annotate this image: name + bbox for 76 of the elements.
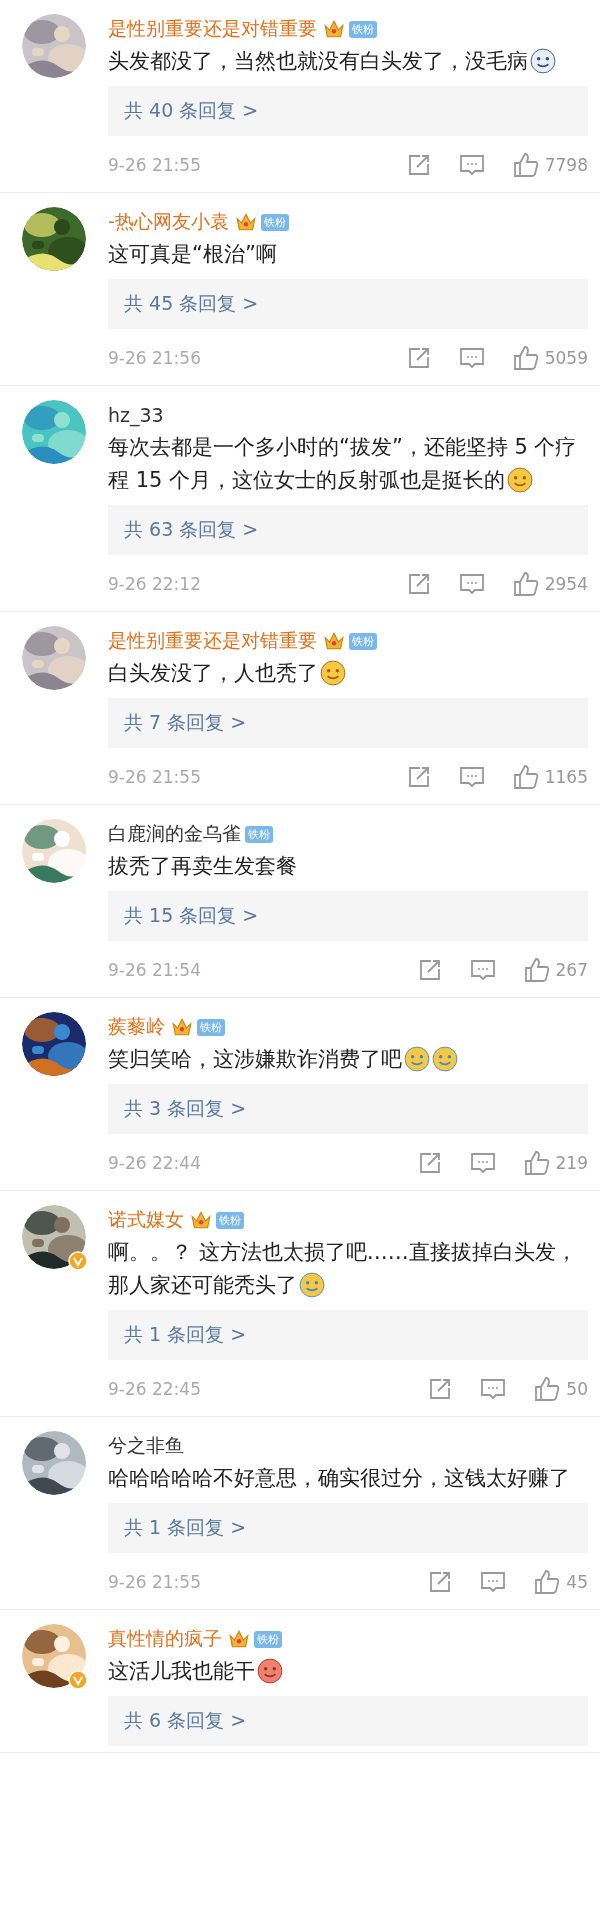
comment-text: 这活儿我也能干	[108, 1655, 588, 1688]
share-icon[interactable]	[417, 1151, 442, 1175]
replies-link[interactable]: 共 45 条回复 >	[108, 279, 588, 329]
comment-icon[interactable]	[480, 1570, 507, 1594]
thumbs-up-icon[interactable]	[534, 1376, 561, 1402]
replies-link[interactable]: 共 6 条回复 >	[108, 1696, 588, 1746]
comment-text: 啊。。？ 这方法也太损了吧……直接拔掉白头发，那人家还可能秃头了	[108, 1239, 578, 1300]
timestamp: 9-26 21:56	[108, 348, 202, 368]
username[interactable]: 兮之非鱼	[108, 1433, 184, 1459]
comment-text: 白头发没了，人也秃了	[108, 657, 588, 690]
comment-text: 拔秃了再卖生发套餐	[108, 853, 298, 880]
fan-badge: 铁粉	[260, 213, 289, 231]
share-icon[interactable]	[417, 958, 442, 982]
username[interactable]: 诺式媒女	[108, 1207, 184, 1233]
replies-link[interactable]: 共 3 条回复 >	[108, 1084, 588, 1134]
comment-icon[interactable]	[480, 1377, 507, 1401]
fan-badge: 铁粉	[254, 1630, 282, 1648]
like-count: 45	[566, 1572, 588, 1592]
fan-badge: 铁粉	[349, 632, 377, 650]
thumbs-up-icon[interactable]	[512, 571, 539, 597]
replies-link[interactable]: 共 40 条回复 >	[108, 86, 588, 136]
comment-text: 这可真是“根治”啊	[108, 241, 278, 268]
like-count: 219	[555, 1153, 588, 1173]
share-icon[interactable]	[428, 1377, 453, 1401]
replies-link[interactable]: 共 1 条回复 >	[108, 1310, 588, 1360]
timestamp: 9-26 21:55	[108, 1572, 202, 1592]
comment-icon[interactable]	[458, 572, 485, 596]
comment-text: 哈哈哈哈哈不好意思，确实很过分，这钱太好赚了	[108, 1465, 571, 1492]
comment-text: 头发都没了，当然也就没有白头发了，没毛病	[108, 45, 588, 78]
share-icon[interactable]	[406, 153, 431, 177]
smiley-emoji-icon	[320, 660, 346, 686]
share-icon[interactable]	[406, 572, 431, 596]
fan-badge: 铁粉	[349, 20, 377, 38]
replies-link[interactable]: 共 7 条回复 >	[108, 698, 588, 748]
comment-icon[interactable]	[469, 958, 496, 982]
comment-icon[interactable]	[458, 346, 485, 370]
replies-link[interactable]: 共 1 条回复 >	[108, 1503, 588, 1553]
thumbs-up-icon[interactable]	[512, 152, 539, 178]
like-count: 1165	[544, 767, 588, 787]
replies-link[interactable]: 共 15 条回复 >	[108, 891, 588, 941]
like-count: 267	[555, 960, 588, 980]
like-count: 5059	[544, 348, 588, 368]
username[interactable]: -热心网友小袁	[108, 209, 229, 235]
username[interactable]: hz_33	[108, 404, 164, 426]
like-count: 7798	[544, 155, 588, 175]
timestamp: 9-26 21:54	[108, 960, 202, 980]
share-icon[interactable]	[406, 346, 431, 370]
thumbs-up-icon[interactable]	[523, 957, 550, 983]
comment-icon[interactable]	[469, 1151, 496, 1175]
comment-icon[interactable]	[458, 765, 485, 789]
fan-badge: 铁粉	[245, 825, 273, 843]
comment-text: 每次去都是一个多小时的“拔发”，还能坚持 5 个疗程 15 个月，这位女士的反射弧也是挺长的	[108, 434, 578, 495]
thumbs-up-icon[interactable]	[512, 345, 539, 371]
share-icon[interactable]	[406, 765, 431, 789]
comment-text: 笑归笑哈，这涉嫌欺诈消费了吧	[108, 1043, 588, 1076]
fan-badge: 铁粉	[197, 1018, 225, 1036]
comment-icon[interactable]	[458, 153, 485, 177]
thumbs-up-icon[interactable]	[523, 1150, 550, 1176]
timestamp: 9-26 22:12	[108, 574, 202, 594]
like-count: 2954	[544, 574, 588, 594]
like-count: 50	[566, 1379, 588, 1399]
timestamp: 9-26 22:45	[108, 1379, 202, 1399]
username[interactable]: 是性别重要还是对错重要	[108, 16, 317, 42]
timestamp: 9-26 22:44	[108, 1153, 202, 1173]
timestamp: 9-26 21:55	[108, 155, 202, 175]
username[interactable]: 蒺藜岭	[108, 1014, 165, 1040]
username[interactable]: 真性情的疯子	[108, 1626, 222, 1652]
fan-badge: 铁粉	[216, 1211, 244, 1229]
username[interactable]: 是性别重要还是对错重要	[108, 628, 317, 654]
replies-link[interactable]: 共 63 条回复 >	[108, 505, 588, 555]
thumbs-up-icon[interactable]	[534, 1569, 561, 1595]
username[interactable]: 白鹿涧的金乌雀	[108, 821, 241, 847]
timestamp: 9-26 21:55	[108, 767, 202, 787]
smiley-emoji-icon	[507, 467, 534, 493]
thumbs-up-icon[interactable]	[512, 764, 539, 790]
share-icon[interactable]	[428, 1570, 453, 1594]
